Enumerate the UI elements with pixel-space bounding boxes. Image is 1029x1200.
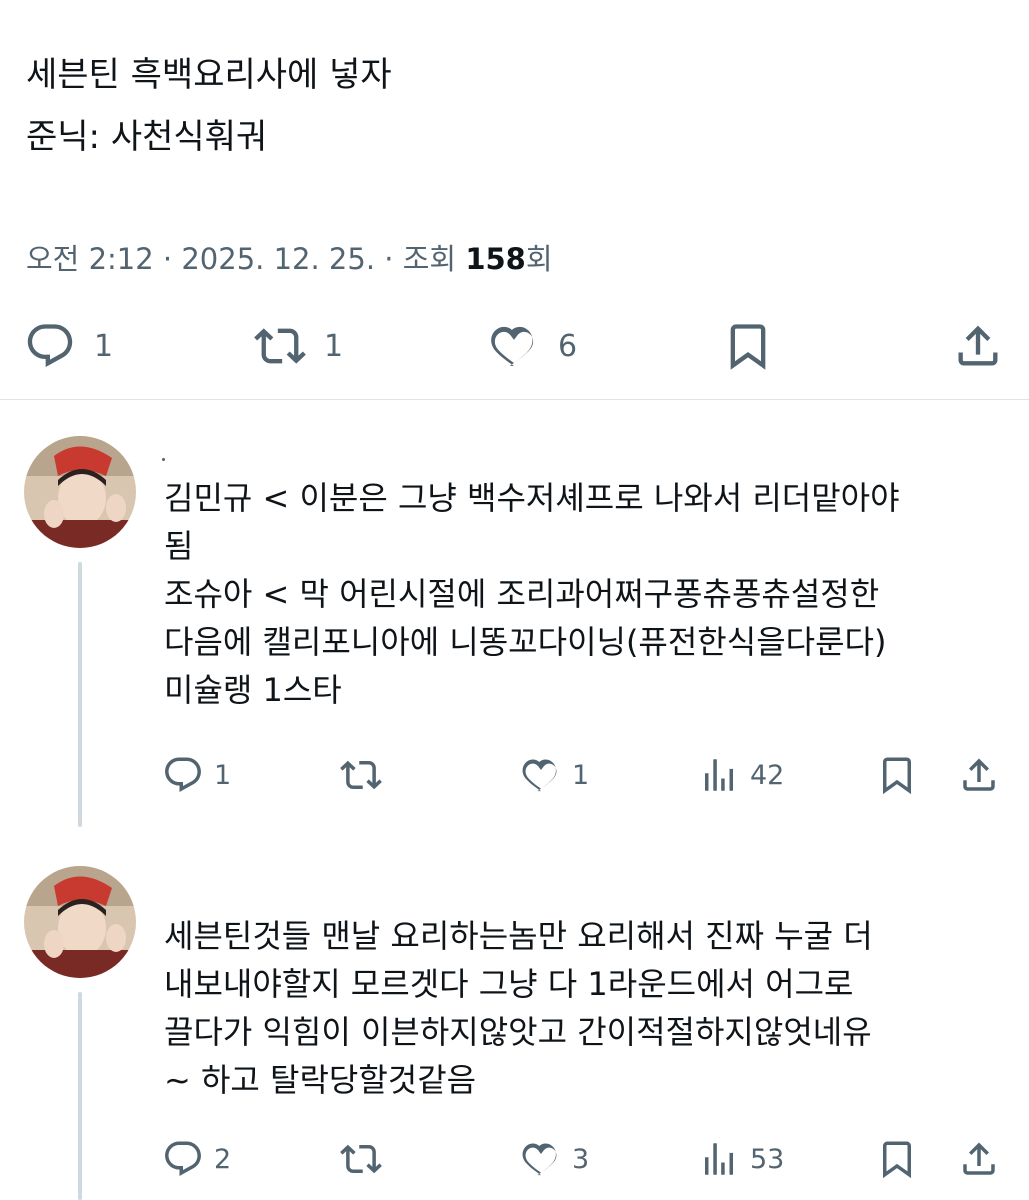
avatar-image [24,436,136,548]
meta-separator: · [162,242,173,276]
views-button[interactable]: 42 [698,754,784,796]
reply-line: 내보내야할지 모르겟다 그냥 다 1라운드에서 어그로 [164,965,854,1003]
bookmark-icon [876,1138,918,1180]
repost-button[interactable]: 1 [254,320,343,372]
post-text: 세븐틴 흑백요리사에 넣자 준닉: 사천식훠궈 [26,44,392,168]
reply-icon [24,320,76,372]
separator-dot [162,458,165,461]
reply-count: 2 [214,1143,232,1175]
thread-line [78,562,82,827]
like-button[interactable]: 3 [520,1138,589,1180]
like-button[interactable]: 1 [520,754,589,796]
bookmark-button[interactable] [876,754,918,796]
share-button[interactable] [952,320,1004,372]
post-line: 준닉: 사천식훠궈 [26,117,268,157]
avatar[interactable] [24,436,136,548]
reply-button[interactable]: 2 [162,1138,231,1180]
share-button[interactable] [958,1138,1000,1180]
post-meta: 오전 2:12 · 2025. 12. 25. · 조회 158회 [26,236,553,278]
views-icon [698,1138,740,1180]
like-count: 6 [558,328,578,364]
repost-button[interactable] [340,1138,392,1180]
avatar[interactable] [24,866,136,978]
divider [0,399,1029,400]
views-count: 158 [465,242,526,276]
reply-text: 세븐틴것들 맨날 요리하는놈만 요리해서 진짜 누굴 더 내보내야할지 모르겟다… [164,912,873,1104]
bookmark-button[interactable] [722,320,774,372]
reply-count: 1 [214,759,232,791]
reply-line: 조슈아 < 막 어린시절에 조리과어쩌구퐁츄퐁츄설정한 [164,575,880,613]
like-count: 3 [572,1143,590,1175]
repost-icon [340,1138,382,1180]
bookmark-button[interactable] [876,1138,918,1180]
bookmark-icon [722,320,774,372]
reply-line: 미슐랭 1스타 [164,671,342,709]
meta-separator: · [384,242,394,276]
reply-line: 끌다가 익힘이 이븐하지않앗고 간이적절하지않엇네유 [164,1013,872,1051]
reply-line: 세븐틴것들 맨날 요리하는놈만 요리해서 진짜 누굴 더 [164,917,873,955]
reply-button[interactable]: 1 [24,320,113,372]
like-icon [520,1138,562,1180]
like-count: 1 [572,759,590,791]
post-date[interactable]: 2025. 12. 25. [181,242,375,276]
reply-line: 됨 [164,527,194,565]
views-count: 53 [750,1143,785,1175]
like-icon [520,754,562,796]
like-icon [488,320,540,372]
like-button[interactable]: 6 [488,320,577,372]
avatar-image [24,866,136,978]
views-icon [698,754,740,796]
share-icon [952,320,1004,372]
repost-count: 1 [324,328,344,364]
repost-icon [254,320,306,372]
share-button[interactable] [958,754,1000,796]
reply-count: 1 [94,328,114,364]
share-icon [958,1138,1000,1180]
reply-text: 김민규 < 이분은 그냥 백수저셰프로 나와서 리더맡아야 됨 조슈아 < 막 … [164,474,900,714]
reply-icon [162,1138,204,1180]
post-time[interactable]: 오전 2:12 [26,242,154,276]
views-label: 조회 [402,242,457,276]
reply-line: ~ 하고 탈락당할것같음 [164,1061,477,1099]
reply-line: 김민규 < 이분은 그냥 백수저셰프로 나와서 리더맡아야 [164,479,900,517]
share-icon [958,754,1000,796]
reply-button[interactable]: 1 [162,754,231,796]
thread-line [78,992,82,1200]
bookmark-icon [876,754,918,796]
reply-line: 다음에 캘리포니아에 니똥꼬다이닝(퓨전한식을다룬다) [164,623,887,661]
views-count: 42 [750,759,785,791]
reply-icon [162,754,204,796]
repost-icon [340,754,382,796]
views-button[interactable]: 53 [698,1138,784,1180]
post-line: 세븐틴 흑백요리사에 넣자 [26,55,392,95]
repost-button[interactable] [340,754,392,796]
views-suffix: 회 [525,242,553,276]
